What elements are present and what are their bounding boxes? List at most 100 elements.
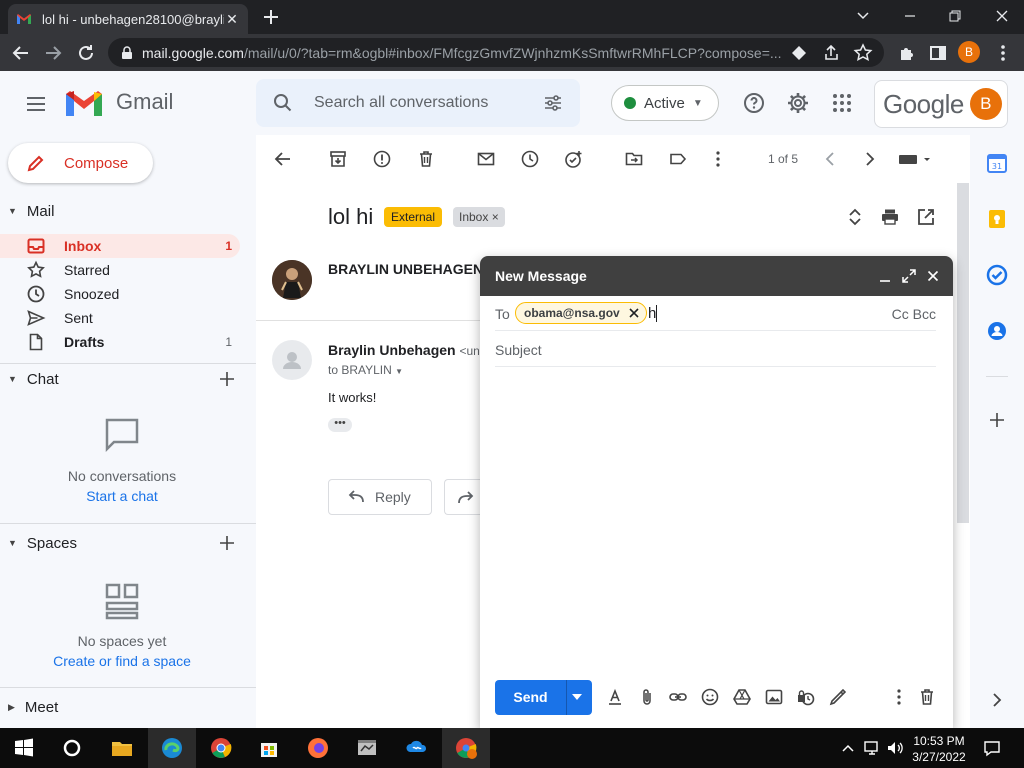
forward-button[interactable] (444, 479, 484, 515)
taskbar-cloud-app[interactable] (393, 728, 441, 768)
sidebar-item-drafts[interactable]: Drafts 1 (0, 330, 240, 354)
restore-icon[interactable] (940, 4, 970, 28)
sidebar-item-snoozed[interactable]: Snoozed (0, 282, 240, 306)
chrome-menu-icon[interactable] (992, 42, 1014, 64)
inbox-label-badge[interactable]: Inbox × (453, 207, 505, 227)
back-icon[interactable] (10, 42, 32, 64)
search-icon[interactable] (272, 92, 294, 114)
new-tab-icon[interactable] (260, 6, 282, 28)
start-chat-link[interactable]: Start a chat (0, 488, 244, 504)
forward-icon[interactable] (42, 42, 64, 64)
show-side-panel-chevron-icon[interactable] (986, 689, 1008, 711)
insert-emoji-icon[interactable] (700, 687, 720, 707)
minimize-icon[interactable] (895, 4, 925, 28)
insert-link-icon[interactable] (668, 687, 688, 707)
back-to-inbox-icon[interactable] (273, 149, 293, 169)
attach-file-icon[interactable] (637, 687, 657, 707)
browser-tab[interactable]: lol hi - unbehagen28100@braylin ✕ (8, 4, 248, 34)
action-center-icon[interactable] (982, 738, 1002, 758)
get-addons-plus-icon[interactable] (986, 409, 1008, 431)
snooze-clock-icon[interactable] (520, 149, 540, 169)
sidebar-item-starred[interactable]: Starred (0, 258, 240, 282)
open-new-window-icon[interactable] (916, 207, 936, 227)
formatting-options-icon[interactable] (605, 687, 625, 707)
status-selector[interactable]: Active ▼ (611, 85, 719, 121)
extension-diamond-icon[interactable] (788, 42, 810, 64)
new-chat-plus-icon[interactable] (216, 368, 238, 390)
new-space-plus-icon[interactable] (216, 532, 238, 554)
start-button[interactable] (0, 728, 48, 768)
compose-header[interactable]: New Message (480, 256, 953, 296)
report-spam-icon[interactable] (372, 149, 392, 169)
more-options-icon[interactable] (889, 687, 909, 707)
message-sender-name[interactable]: Braylin Unbehagen <unb (328, 342, 487, 358)
remove-recipient-icon[interactable] (628, 307, 640, 319)
taskbar-firefox[interactable] (294, 728, 342, 768)
recipient-details-caret-icon[interactable]: ▼ (395, 367, 403, 376)
sidebar-item-sent[interactable]: Sent (0, 306, 240, 330)
spaces-section-header[interactable]: ▼ Spaces (8, 531, 77, 555)
close-compose-icon[interactable] (925, 268, 941, 284)
label-tag-icon[interactable] (668, 149, 688, 169)
chrome-profile-avatar[interactable]: B (958, 41, 980, 63)
insert-photo-icon[interactable] (764, 687, 784, 707)
tab-search-icon[interactable] (848, 4, 878, 28)
recipients-row[interactable]: To obama@nsa.gov h Cc Bcc (495, 297, 936, 331)
older-chevron-right-icon[interactable] (860, 149, 880, 169)
lock-icon[interactable] (120, 45, 134, 60)
taskbar-edge[interactable] (148, 728, 196, 768)
contacts-icon[interactable] (986, 320, 1008, 342)
fullscreen-compose-icon[interactable] (901, 268, 917, 284)
minimize-compose-icon[interactable] (877, 268, 893, 284)
side-panel-icon[interactable] (927, 42, 949, 64)
recipient-line[interactable]: to BRAYLIN ▼ (328, 363, 403, 377)
to-label[interactable]: To (495, 306, 510, 322)
taskbar-file-explorer[interactable] (98, 728, 146, 768)
calendar-icon[interactable]: 31 (986, 152, 1008, 174)
send-button[interactable]: Send (495, 680, 567, 715)
show-trimmed-content-button[interactable]: ••• (328, 418, 352, 432)
thread-sender-name[interactable]: BRAYLIN UNBEHAGEN (328, 261, 483, 277)
delete-trash-icon[interactable] (416, 149, 436, 169)
volume-icon[interactable] (885, 738, 905, 758)
account-switcher[interactable]: Google B (874, 80, 1008, 128)
sender-avatar[interactable] (272, 260, 312, 300)
search-input[interactable]: Search all conversations (314, 94, 542, 112)
send-button-group[interactable]: Send (495, 680, 592, 715)
create-space-link[interactable]: Create or find a space (0, 653, 244, 669)
print-icon[interactable] (880, 207, 900, 227)
extensions-puzzle-icon[interactable] (896, 42, 918, 64)
settings-gear-icon[interactable] (786, 91, 810, 115)
share-icon[interactable] (820, 42, 842, 64)
add-task-icon[interactable] (564, 149, 584, 169)
keep-notes-icon[interactable] (986, 208, 1008, 230)
more-vertical-icon[interactable] (708, 149, 728, 169)
bookmark-star-icon[interactable] (852, 42, 874, 64)
system-clock[interactable]: 10:53 PM 3/27/2022 (908, 733, 970, 765)
chat-section-header[interactable]: ▼ Chat (8, 367, 59, 391)
confidential-mode-icon[interactable] (796, 687, 816, 707)
search-options-icon[interactable] (542, 92, 564, 114)
insert-drive-icon[interactable] (732, 687, 752, 707)
cortana-button[interactable] (48, 728, 96, 768)
compose-button[interactable]: Compose (8, 143, 153, 183)
schedule-send-dropdown-icon[interactable] (572, 694, 582, 700)
show-hidden-icons-chevron-icon[interactable] (838, 738, 858, 758)
help-icon[interactable] (742, 91, 766, 115)
newer-chevron-left-icon[interactable] (820, 149, 840, 169)
taskbar-app-window[interactable] (343, 728, 391, 768)
remove-label-icon[interactable]: × (492, 210, 499, 224)
taskbar-chrome[interactable] (197, 728, 245, 768)
expand-all-icon[interactable] (845, 207, 865, 227)
taskbar-chrome-profile[interactable] (442, 728, 490, 768)
sidebar-item-inbox[interactable]: Inbox 1 (0, 234, 240, 258)
omnibox[interactable]: mail.google.com/mail/u/0/?tab=rm&ogbl#in… (108, 38, 884, 67)
archive-icon[interactable] (328, 149, 348, 169)
recipient-chip[interactable]: obama@nsa.gov (515, 302, 647, 324)
account-avatar[interactable]: B (969, 88, 1002, 120)
insert-signature-icon[interactable] (828, 687, 848, 707)
subject-input[interactable]: Subject (495, 342, 542, 358)
search-bar[interactable]: Search all conversations (256, 79, 580, 127)
network-icon[interactable] (862, 738, 882, 758)
meet-section-header[interactable]: ▶ Meet (8, 695, 58, 719)
